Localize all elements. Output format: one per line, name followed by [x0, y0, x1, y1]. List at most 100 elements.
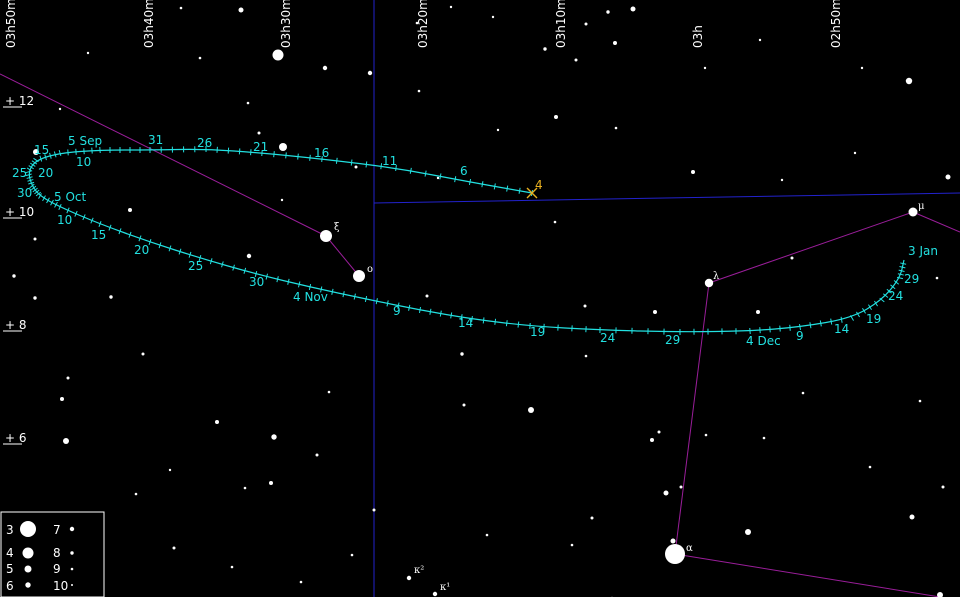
path-date-label: 31	[148, 133, 163, 147]
legend-mag-label: 6	[6, 579, 14, 593]
star-label-kappa2: κ²	[414, 565, 424, 576]
path-date-label: 14	[458, 316, 473, 330]
path-date-label: 29	[904, 272, 919, 286]
path-date-label: 5 Sep	[68, 134, 102, 148]
ra-label: 03h	[691, 25, 705, 48]
star	[614, 126, 618, 130]
path-date-label: 11	[382, 154, 397, 168]
path-date-label: 4 Dec	[746, 334, 781, 348]
star	[703, 66, 707, 70]
path-date-label: 29	[665, 333, 680, 347]
star	[909, 514, 915, 520]
path-date-label: 10	[76, 155, 91, 169]
path-date-label: 20	[134, 243, 149, 257]
star	[665, 544, 685, 564]
star	[12, 274, 16, 278]
path-tick	[297, 153, 299, 160]
star	[570, 543, 574, 547]
dec-label: + 8	[5, 318, 27, 332]
star	[86, 51, 90, 55]
star	[367, 70, 373, 76]
path-date-label: 5 Oct	[54, 190, 86, 204]
path-date-label: 15	[34, 143, 49, 157]
legend-star-icon	[22, 547, 34, 559]
star	[941, 485, 945, 489]
legend-mag-label: 4	[6, 546, 14, 560]
star	[860, 66, 864, 70]
path-tick	[494, 318, 497, 325]
star	[406, 575, 412, 581]
path-date-label: 10	[57, 213, 72, 227]
star	[905, 77, 913, 85]
star	[350, 553, 354, 557]
legend-star-icon	[70, 551, 74, 555]
star	[141, 352, 145, 356]
star-label-omicron: ο	[367, 264, 373, 275]
star	[918, 399, 922, 403]
star	[574, 58, 578, 62]
star	[63, 438, 69, 444]
star	[320, 230, 332, 242]
path-tick	[505, 320, 508, 327]
star	[553, 220, 557, 224]
star	[613, 41, 617, 45]
star	[583, 304, 587, 308]
path-date-label: 14	[834, 322, 849, 336]
star-label-alpha: α	[686, 543, 693, 554]
star	[491, 15, 495, 19]
path-date-label: 9	[796, 329, 804, 343]
star	[280, 198, 284, 202]
path-date-label: 15	[91, 228, 106, 242]
star	[449, 5, 453, 9]
path-date-label: 24	[600, 331, 615, 345]
legend-star-icon	[70, 567, 74, 571]
star	[436, 176, 440, 180]
star-label-xi: ξ	[334, 222, 340, 233]
star	[935, 276, 939, 280]
star	[33, 296, 37, 300]
path-date-label: 19	[866, 312, 881, 326]
star	[691, 170, 695, 174]
star	[198, 56, 202, 60]
star	[353, 270, 365, 282]
path-tick	[285, 152, 287, 159]
star	[528, 407, 534, 413]
star	[679, 485, 683, 489]
star	[650, 438, 654, 442]
star	[425, 294, 429, 298]
star-label-kappa1: κ¹	[440, 582, 450, 593]
star	[243, 486, 247, 490]
ra-label: 03h30m	[279, 0, 293, 48]
star	[584, 22, 588, 26]
star	[215, 420, 219, 424]
legend-mag-label: 10	[53, 579, 68, 593]
star	[801, 391, 805, 395]
star	[238, 7, 244, 13]
star	[272, 49, 284, 61]
star	[496, 128, 500, 132]
star	[758, 38, 762, 42]
star-label-mu: μ	[918, 201, 925, 212]
star	[58, 107, 62, 111]
star-chart: 4 6 11 16 21 26 31 5 Sep 10 15 20 25 30 5 Oct 10 15 20 25…	[0, 0, 960, 597]
star	[653, 310, 657, 314]
path-date-label: 3 Jan	[908, 244, 938, 258]
star	[246, 101, 250, 105]
star	[315, 453, 319, 457]
star	[432, 591, 438, 597]
star	[417, 89, 421, 93]
star	[60, 397, 64, 401]
magnitude-legend: 3 7 4 8 5 9 6 10	[0, 511, 105, 597]
ra-label: 03h10m	[554, 0, 568, 48]
star	[257, 131, 261, 135]
star	[908, 207, 918, 217]
legend-star-icon	[25, 582, 31, 588]
star	[780, 178, 784, 182]
dec-label: + 10	[5, 205, 34, 219]
star	[462, 403, 466, 407]
star	[554, 115, 558, 119]
star	[584, 354, 588, 358]
star	[327, 390, 331, 394]
star	[460, 352, 464, 356]
star	[543, 47, 547, 51]
